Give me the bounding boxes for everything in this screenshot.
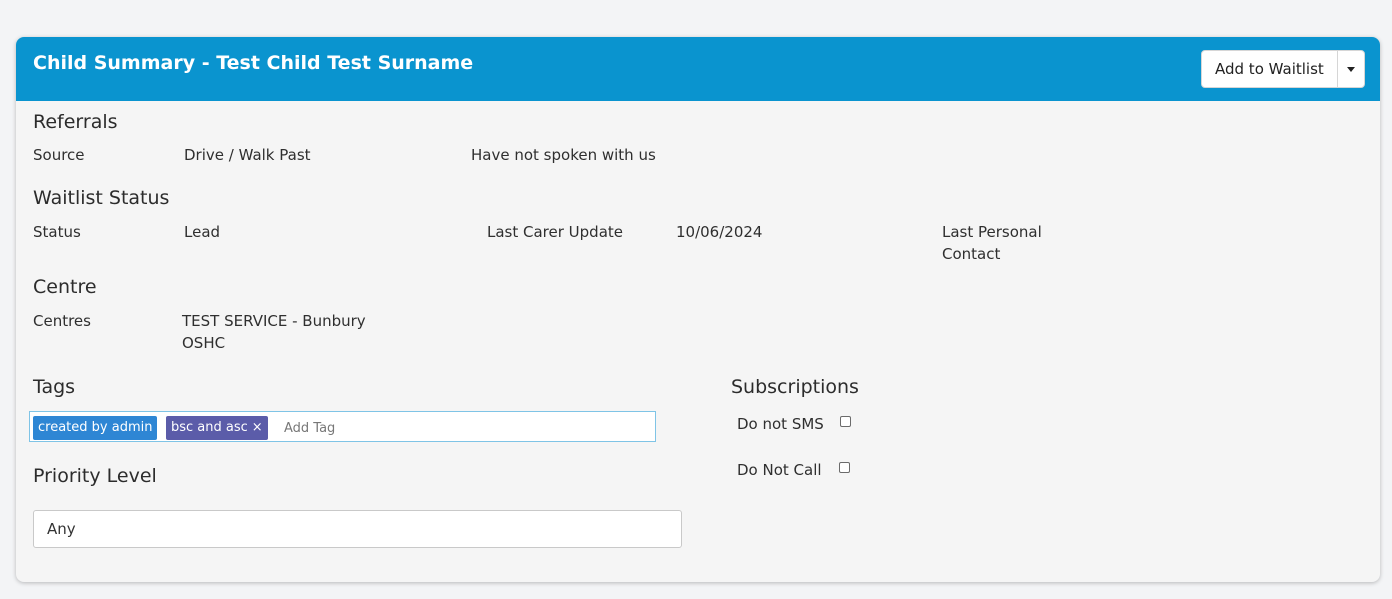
card-header: Child Summary - Test Child Test Surname … [16,37,1380,101]
status-label: Status [33,223,81,241]
do-not-call-checkbox[interactable] [839,462,850,473]
add-to-waitlist-button-group: Add to Waitlist [1201,50,1365,88]
centre-heading: Centre [33,276,97,298]
priority-level-heading: Priority Level [33,465,157,487]
source-value: Drive / Walk Past [184,146,311,164]
centres-value-line2: OSHC [182,334,226,352]
source-label: Source [33,146,85,164]
tags-heading: Tags [33,376,76,398]
add-to-waitlist-button[interactable]: Add to Waitlist [1202,51,1338,87]
waitlist-dropdown-toggle[interactable] [1337,51,1364,87]
subscriptions-heading: Subscriptions [731,376,859,398]
add-tag-input[interactable] [282,416,586,440]
do-not-call-label: Do Not Call [737,461,822,479]
last-personal-contact-label-line2: Contact [942,245,1001,263]
tag-chip-label: bsc and asc [171,420,248,435]
tag-chip[interactable]: created by admin [33,416,158,440]
centres-label: Centres [33,312,91,330]
tag-chip-label: created by admin [38,420,153,435]
last-carer-update-label: Last Carer Update [487,223,624,241]
do-not-sms-checkbox[interactable] [840,416,851,427]
page-title: Child Summary - Test Child Test Surname [33,52,474,74]
caret-down-icon [1346,67,1355,72]
tag-chip[interactable]: bsc and asc × [166,416,268,440]
do-not-sms-label: Do not SMS [737,415,824,433]
referral-note: Have not spoken with us [471,146,656,164]
status-value: Lead [184,223,221,241]
waitlist-status-heading: Waitlist Status [33,187,170,209]
last-carer-update-value: 10/06/2024 [676,223,763,241]
last-personal-contact-label-line1: Last Personal [942,223,1042,241]
centres-value-line1: TEST SERVICE - Bunbury [182,312,366,330]
priority-level-select[interactable]: Any [33,510,682,548]
referrals-heading: Referrals [33,111,118,133]
tags-input-box[interactable]: created by admin bsc and asc × [29,411,656,442]
child-summary-card: Child Summary - Test Child Test Surname … [16,37,1380,582]
close-icon[interactable]: × [252,420,263,435]
